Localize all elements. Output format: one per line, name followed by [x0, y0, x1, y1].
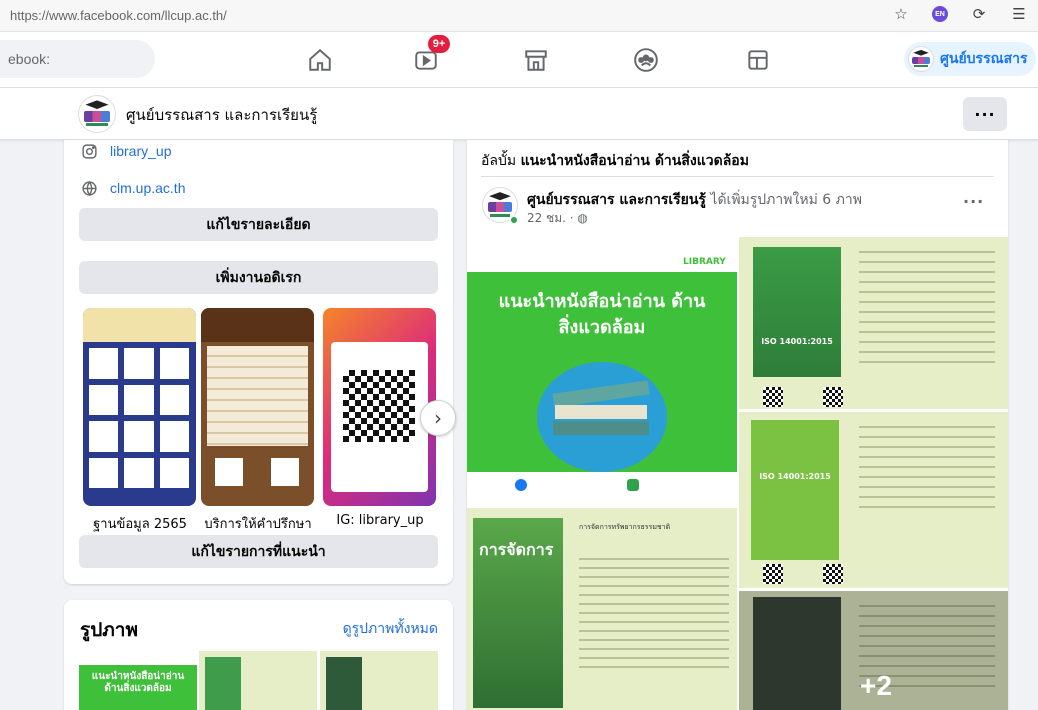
store-icon: [525, 50, 547, 71]
instagram-link[interactable]: library_up: [110, 143, 171, 159]
page-avatar[interactable]: [78, 95, 116, 133]
intro-card: library_up clm.up.ac.th แก้ไขรายละเอียด …: [64, 140, 456, 584]
marketplace-tab[interactable]: [518, 44, 554, 76]
featured-card-consulting[interactable]: [201, 308, 314, 506]
url-text[interactable]: https://www.facebook.com/llcup.ac.th/: [10, 8, 227, 23]
post-image-book1[interactable]: ISO 14001:2015: [739, 237, 1008, 409]
notification-badge: 9+: [428, 35, 450, 53]
website-row: clm.up.ac.th: [80, 179, 185, 197]
online-status-dot: [509, 215, 519, 225]
page-header: ศูนย์บรรณสาร และการเรียนรู้ ···: [0, 88, 1038, 140]
featured-label: IG: library_up: [336, 513, 424, 528]
pages-icon: [748, 50, 768, 70]
divider: [481, 176, 994, 177]
instagram-row: library_up: [80, 142, 171, 160]
instagram-icon: [80, 142, 98, 160]
post-timestamp: 22 ชม. ·: [527, 211, 578, 225]
website-link[interactable]: clm.up.ac.th: [110, 180, 185, 196]
more-options-button[interactable]: ···: [963, 97, 1007, 131]
photos-card: รูปภาพ ดูรูปภาพทั้งหมด แนะนำหนังสือน่าอ่…: [64, 600, 453, 710]
extensions-puzzle-icon[interactable]: ⟳: [970, 5, 988, 23]
favorites-icon[interactable]: ☰: [1010, 5, 1028, 23]
book3-cover-text: การจัดการ: [479, 540, 554, 559]
avatar: [908, 46, 934, 72]
more-photos-count[interactable]: +2: [860, 670, 892, 702]
profile-name: ศูนย์บรรณสาร: [940, 51, 1028, 67]
book1-cover-text: ISO 14001:2015: [761, 337, 833, 346]
author-name[interactable]: ศูนย์บรรณสาร และการเรียนรู้: [527, 192, 706, 208]
home-tab[interactable]: [302, 44, 338, 76]
album-name: แนะนำหนังสือน่าอ่าน ด้านสิ่งแวดล้อม: [520, 153, 749, 169]
edit-featured-button[interactable]: แก้ไขรายการที่แนะนำ: [79, 535, 438, 568]
globe-icon: [80, 179, 98, 197]
thumb-caption: แนะนำหนังสือน่าอ่าน ด้านสิ่งแวดล้อม: [91, 671, 185, 694]
groups-icon: [634, 48, 658, 72]
see-all-photos-link[interactable]: ดูรูปภาพทั้งหมด: [343, 618, 438, 640]
profile-switcher[interactable]: ศูนย์บรรณสาร: [904, 42, 1036, 76]
library-logo: LIBRARY: [683, 257, 726, 267]
photos-title: รูปภาพ: [80, 619, 138, 641]
browser-address-bar[interactable]: https://www.facebook.com/llcup.ac.th/ ☆ …: [0, 0, 1038, 32]
watch-tab[interactable]: 9+: [408, 35, 450, 76]
featured-card-instagram[interactable]: [323, 308, 436, 506]
extension-icon[interactable]: EN: [932, 6, 948, 22]
gaming-tab[interactable]: [740, 44, 776, 76]
facebook-top-nav: ebook: 9+ ศูนย์บรรณสาร: [0, 32, 1038, 88]
main-image-title: แนะนำหนังสือน่าอ่าน ด้านสิ่งแวดล้อม: [498, 291, 706, 338]
photo-thumbnail[interactable]: [199, 651, 317, 710]
edit-details-button[interactable]: แก้ไขรายละเอียด: [79, 208, 438, 241]
featured-label: บริการให้คำปรึกษา: [204, 517, 312, 532]
home-icon: [309, 48, 331, 71]
post-options-button[interactable]: ···: [963, 192, 984, 211]
star-add-icon[interactable]: ☆: [892, 5, 910, 23]
post-card: อัลบั้ม แนะนำหนังสือน่าอ่าน ด้านสิ่งแวดล…: [467, 140, 1008, 710]
page-title: ศูนย์บรรณสาร และการเรียนรู้: [126, 106, 318, 124]
groups-tab[interactable]: [628, 44, 664, 76]
album-prefix: อัลบั้ม: [481, 153, 521, 169]
post-image-book2[interactable]: ISO 14001:2015: [739, 412, 1008, 588]
photo-thumbnail[interactable]: แนะนำหนังสือน่าอ่าน ด้านสิ่งแวดล้อม: [79, 651, 197, 710]
post-image-main[interactable]: LIBRARY แนะนำหนังสือน่าอ่าน ด้านสิ่งแวดล…: [467, 237, 737, 505]
book2-cover-text: ISO 14001:2015: [759, 472, 831, 481]
photo-thumbnail[interactable]: [320, 651, 438, 710]
book3-title: การจัดการทรัพยากรธรรมชาติ: [579, 523, 671, 531]
post-image-book3[interactable]: การจัดการ การจัดการทรัพยากรธรรมชาติ: [467, 508, 737, 710]
post-author-line: ศูนย์บรรณสาร และการเรียนรู้ ได้เพิ่มรูปภ…: [527, 189, 862, 211]
featured-label: ฐานข้อมูล 2565: [93, 517, 187, 532]
search-input[interactable]: ebook:: [0, 40, 155, 78]
post-time[interactable]: 22 ชม. · ◍: [527, 209, 588, 228]
globe-icon: ◍: [577, 211, 588, 225]
album-heading[interactable]: อัลบั้ม แนะนำหนังสือน่าอ่าน ด้านสิ่งแวดล…: [481, 150, 749, 172]
chevron-right-icon[interactable]: ›: [420, 400, 456, 436]
add-hobbies-button[interactable]: เพิ่มงานอดิเรก: [79, 261, 438, 294]
featured-card-database[interactable]: [83, 308, 196, 506]
post-action: ได้เพิ่มรูปภาพใหม่ 6 ภาพ: [705, 192, 862, 208]
